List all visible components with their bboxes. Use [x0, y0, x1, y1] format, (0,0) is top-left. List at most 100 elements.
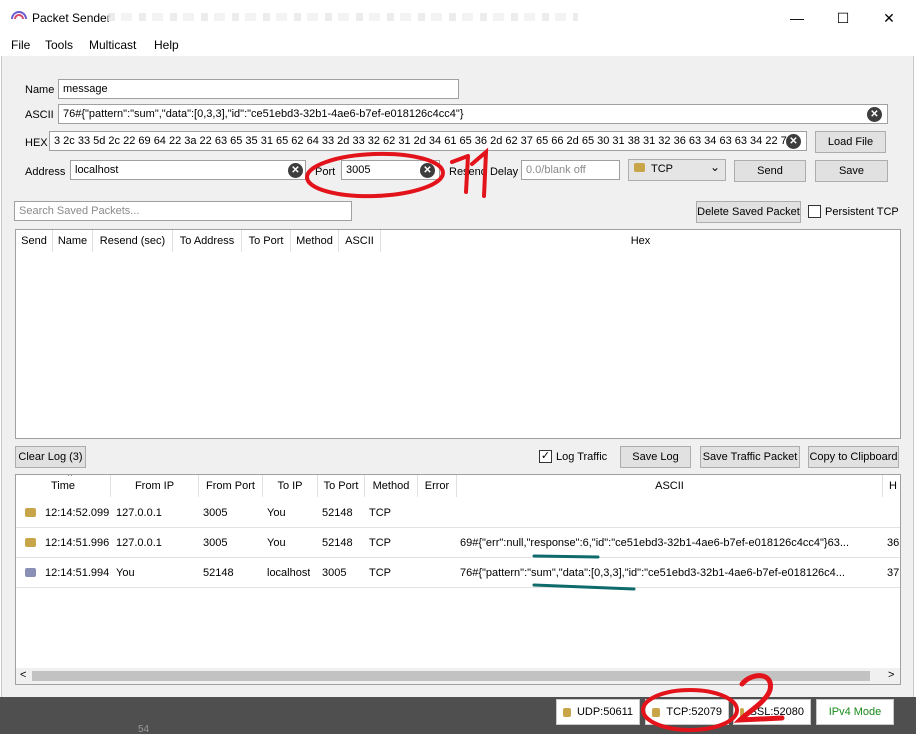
address-clear-icon[interactable]: ✕	[288, 163, 303, 178]
table-row[interactable]: 12:14:51.994 You 52148 localhost 3005 TC…	[16, 558, 900, 588]
minimize-icon: —	[790, 10, 804, 26]
udp-icon	[563, 707, 571, 717]
resend-delay-label: Resend Delay	[449, 166, 519, 178]
cell-to-port: 3005	[322, 567, 347, 579]
save-log-button[interactable]: Save Log	[620, 446, 691, 468]
port-clear-icon[interactable]: ✕	[420, 163, 435, 178]
menu-multicast[interactable]: Multicast	[89, 38, 136, 52]
column-resend[interactable]: Resend (sec)	[93, 230, 173, 252]
delete-saved-packet-button[interactable]: Delete Saved Packet	[696, 201, 801, 223]
scroll-right-icon[interactable]: >	[888, 669, 894, 681]
window-title: Packet Sender	[32, 11, 111, 25]
close-icon: ✕	[883, 9, 895, 26]
column-time[interactable]: Time	[16, 475, 111, 497]
column-error[interactable]: Error	[418, 475, 457, 497]
column-method[interactable]: Method	[291, 230, 339, 252]
hex-clear-icon[interactable]: ✕	[786, 134, 801, 149]
udp-port-status[interactable]: UDP:50611	[556, 699, 640, 725]
column-to-port[interactable]: To Port	[242, 230, 291, 252]
cell-to-ip: localhost	[267, 567, 311, 579]
column-from-ip[interactable]: From IP	[111, 475, 199, 497]
cell-from-port: 3005	[203, 507, 228, 519]
cell-from-ip: 127.0.0.1	[116, 507, 162, 519]
cell-method: TCP	[369, 537, 391, 549]
column-name[interactable]: Name	[53, 230, 93, 252]
column-to-port[interactable]: To Port	[318, 475, 365, 497]
save-traffic-packet-button[interactable]: Save Traffic Packet	[700, 446, 800, 468]
cell-from-port: 3005	[203, 537, 228, 549]
menu-tools[interactable]: Tools	[45, 38, 73, 52]
save-button[interactable]: Save	[815, 160, 888, 182]
chevron-down-icon[interactable]: ⌄	[710, 160, 720, 174]
ipv4-mode-button[interactable]: IPv4 Mode	[816, 699, 894, 725]
cell-from-ip: 127.0.0.1	[116, 537, 162, 549]
title-blurred-region	[108, 13, 578, 21]
resend-delay-input[interactable]: 0.0/blank off	[521, 160, 620, 180]
table-row[interactable]: 12:14:52.099 127.0.0.1 3005 You 52148 TC…	[16, 498, 900, 528]
search-saved-input[interactable]: Search Saved Packets...	[14, 201, 352, 221]
title-bar: Packet Sender — ☐ ✕	[0, 0, 916, 36]
incoming-packet-icon	[25, 538, 36, 547]
minimize-button[interactable]: —	[774, 0, 820, 36]
traffic-log-table[interactable]: ^ Time From IP From Port To IP To Port M…	[15, 474, 901, 685]
column-from-port[interactable]: From Port	[199, 475, 263, 497]
log-traffic-label: Log Traffic	[556, 451, 608, 463]
tcp-port-status[interactable]: TCP:52079	[645, 699, 729, 725]
column-ascii[interactable]: ASCII	[339, 230, 381, 252]
ascii-clear-icon[interactable]: ✕	[867, 107, 882, 122]
ssl-icon	[740, 707, 744, 717]
copy-to-clipboard-button[interactable]: Copy to Clipboard	[808, 446, 899, 468]
tcp-icon	[652, 707, 661, 717]
app-logo-icon	[11, 11, 27, 20]
persistent-tcp-checkbox[interactable]	[808, 205, 821, 218]
hex-input[interactable]: 3 2c 33 5d 2c 22 69 64 22 3a 22 63 65 35…	[49, 131, 807, 151]
protocol-icon	[634, 163, 645, 172]
stray-line-number: 54	[138, 724, 150, 735]
hex-label: HEX	[25, 137, 48, 149]
cell-ascii: 69#{"err":null,"response":6,"id":"ce51eb…	[460, 537, 850, 549]
load-file-button[interactable]: Load File	[815, 131, 886, 153]
udp-port-label: UDP:50611	[576, 706, 633, 718]
column-hex[interactable]: Hex	[381, 230, 900, 252]
horizontal-scrollbar[interactable]: < >	[16, 668, 900, 684]
ssl-port-label: SSL:52080	[749, 706, 804, 718]
column-hex[interactable]: H	[883, 475, 900, 497]
close-button[interactable]: ✕	[866, 0, 912, 36]
table-row[interactable]: 12:14:51.996 127.0.0.1 3005 You 52148 TC…	[16, 528, 900, 558]
ascii-label: ASCII	[25, 109, 54, 121]
menu-file[interactable]: File	[11, 38, 30, 52]
column-send[interactable]: Send	[16, 230, 53, 252]
protocol-value: TCP	[651, 163, 673, 175]
log-traffic-checkbox[interactable]: ✓	[539, 450, 552, 463]
column-ascii[interactable]: ASCII	[457, 475, 883, 497]
outgoing-packet-icon	[25, 568, 36, 577]
clear-log-button[interactable]: Clear Log (3)	[15, 446, 86, 468]
cell-hex: 37	[887, 567, 900, 579]
name-label: Name	[25, 84, 55, 96]
send-button[interactable]: Send	[734, 160, 806, 182]
scrollbar-thumb[interactable]	[32, 671, 870, 681]
cell-to-ip: You	[267, 537, 286, 549]
persistent-tcp-label: Persistent TCP	[825, 206, 899, 218]
saved-packets-table[interactable]: Send Name Resend (sec) To Address To Por…	[15, 229, 901, 439]
menu-help[interactable]: Help	[154, 38, 179, 52]
incoming-packet-icon	[25, 508, 36, 517]
ssl-port-status[interactable]: SSL:52080	[733, 699, 811, 725]
address-input[interactable]: localhost	[70, 160, 306, 180]
column-to-ip[interactable]: To IP	[263, 475, 318, 497]
column-to-address[interactable]: To Address	[173, 230, 242, 252]
cell-hex: 36	[887, 537, 900, 549]
column-method[interactable]: Method	[365, 475, 418, 497]
scroll-left-icon[interactable]: <	[20, 669, 26, 681]
ascii-input[interactable]: 76#{"pattern":"sum","data":[0,3,3],"id":…	[58, 104, 888, 124]
cell-to-port: 52148	[322, 507, 353, 519]
cell-ascii: 76#{"pattern":"sum","data":[0,3,3],"id":…	[460, 567, 845, 579]
cell-from-ip: You	[116, 567, 135, 579]
menu-bar: File Tools Multicast Help	[0, 36, 916, 56]
maximize-icon: ☐	[836, 9, 850, 26]
cell-to-ip: You	[267, 507, 286, 519]
cell-from-port: 52148	[203, 567, 234, 579]
name-input[interactable]: message	[58, 79, 459, 99]
maximize-button[interactable]: ☐	[820, 0, 866, 36]
port-label: Port	[315, 166, 336, 178]
